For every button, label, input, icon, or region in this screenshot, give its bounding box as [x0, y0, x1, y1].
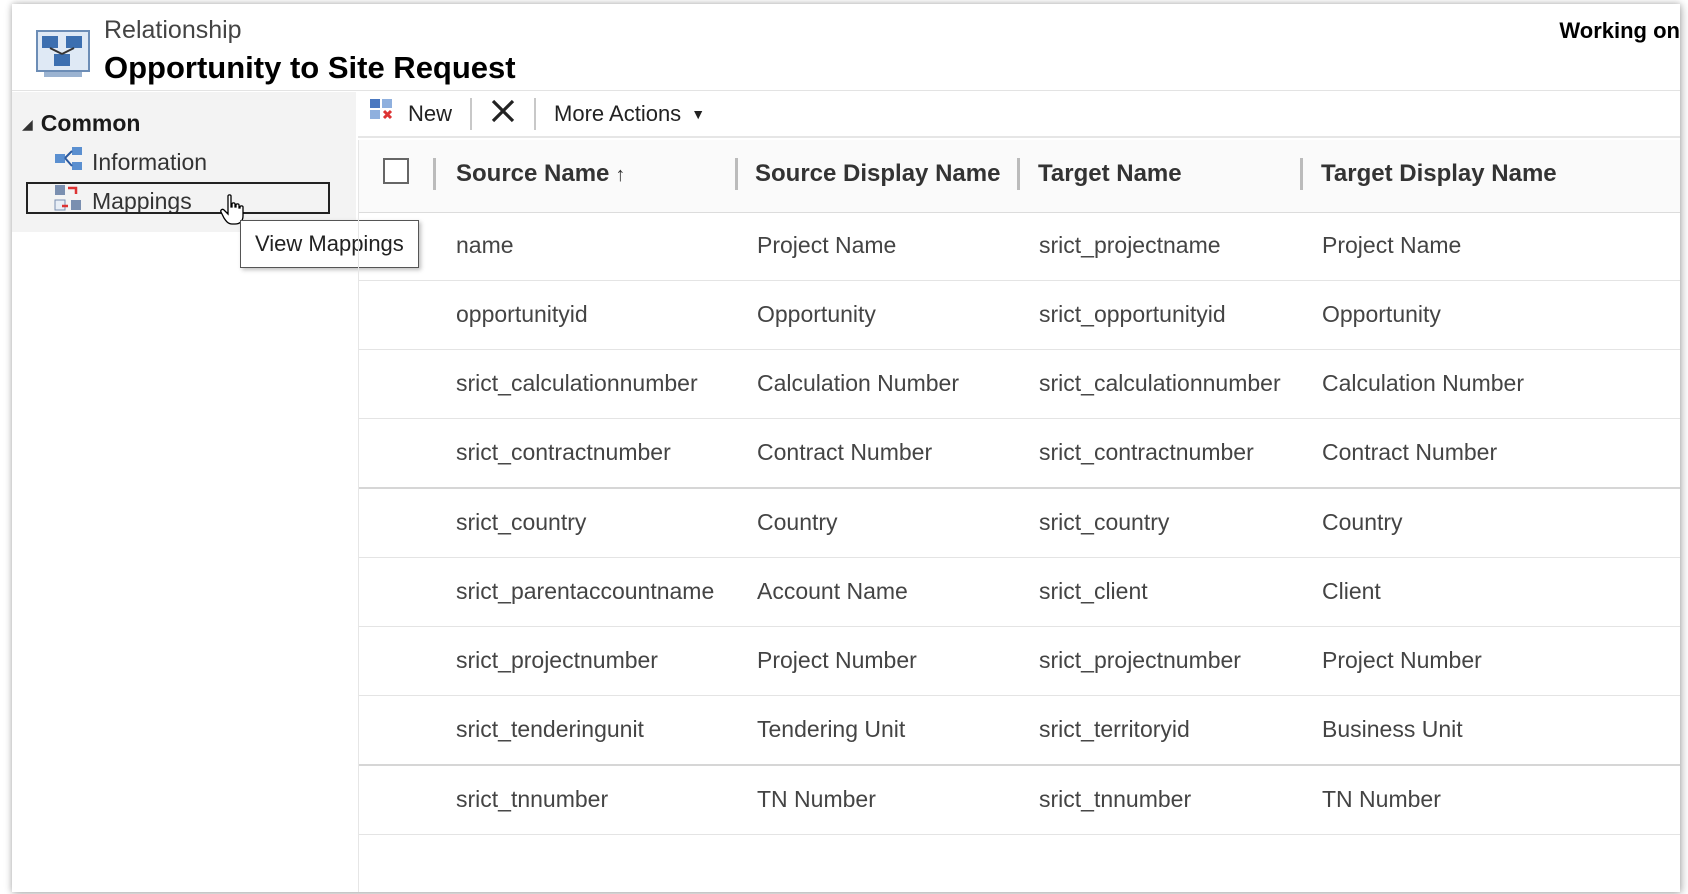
form-header: Relationship Opportunity to Site Request…: [12, 4, 1680, 91]
cell-target-name: srict_projectnumber: [1039, 647, 1241, 673]
cell-source-name: srict_country: [456, 509, 587, 535]
cell-source-name: srict_parentaccountname: [456, 578, 715, 604]
cell-source-display-name: TN Number: [757, 786, 876, 812]
cell-target-name: srict_territoryid: [1039, 716, 1190, 742]
cell-source-name: srict_tenderingunit: [456, 716, 644, 742]
new-button[interactable]: New: [358, 96, 462, 132]
toolbar-divider: [470, 98, 473, 130]
cell-target-display-name: Client: [1322, 578, 1381, 604]
table-row[interactable]: srict_tenderingunit Tendering Unit srict…: [359, 696, 1680, 766]
command-bar: New More Actions ▼: [358, 92, 1680, 138]
cell-target-display-name: Project Name: [1322, 232, 1462, 258]
cell-target-name: srict_client: [1039, 578, 1148, 604]
cell-source-display-name: Account Name: [757, 578, 908, 604]
cell-target-name: srict_calculationnumber: [1039, 370, 1281, 396]
mappings-grid: Source Name ↑ Source Display Name Target …: [358, 140, 1680, 892]
information-icon: [54, 146, 92, 178]
table-row[interactable]: srict_tnnumber TN Number srict_tnnumber …: [359, 766, 1680, 835]
cell-source-display-name: Project Number: [757, 647, 917, 673]
table-row[interactable]: srict_parentaccountname Account Name sri…: [359, 558, 1680, 627]
column-divider: [433, 158, 436, 190]
column-divider: [1300, 158, 1303, 190]
cell-source-display-name: Project Name: [757, 232, 897, 258]
sidebar: ◢ Common Information Mappings: [12, 92, 356, 232]
table-row[interactable]: srict_country Country srict_country Coun…: [359, 489, 1680, 558]
sidebar-item-label: Information: [92, 148, 208, 175]
cell-target-name: srict_opportunityid: [1039, 301, 1226, 327]
status-text: Working on: [1559, 18, 1680, 43]
more-actions-button[interactable]: More Actions ▼: [544, 96, 715, 132]
cell-source-name: srict_tnnumber: [456, 786, 609, 812]
cell-target-name: srict_projectname: [1039, 232, 1221, 258]
cell-target-display-name: Opportunity: [1322, 301, 1441, 327]
cell-source-display-name: Opportunity: [757, 301, 876, 327]
cell-target-name: srict_tnnumber: [1039, 786, 1192, 812]
cell-target-display-name: Calculation Number: [1322, 370, 1524, 396]
collapse-triangle-icon: ◢: [22, 116, 33, 132]
table-row[interactable]: srict_calculationnumber Calculation Numb…: [359, 350, 1680, 419]
select-all-checkbox[interactable]: [383, 158, 409, 184]
new-button-label: New: [408, 101, 453, 126]
page-title: Opportunity to Site Request: [104, 50, 516, 85]
column-divider: [1017, 158, 1020, 190]
column-header-source-display-name[interactable]: Source Display Name: [755, 160, 1000, 188]
more-actions-label: More Actions: [554, 101, 682, 126]
relationship-entity-icon: [36, 30, 90, 78]
delete-button[interactable]: [480, 96, 526, 132]
table-row[interactable]: srict_projectnumber Project Number srict…: [359, 627, 1680, 696]
column-header-source-name[interactable]: Source Name ↑: [456, 160, 625, 188]
table-row[interactable]: opportunityid Opportunity srict_opportun…: [359, 281, 1680, 350]
cell-target-display-name: Business Unit: [1322, 716, 1463, 742]
relationship-window: Relationship Opportunity to Site Request…: [12, 4, 1680, 892]
column-header-target-name[interactable]: Target Name: [1038, 160, 1182, 188]
cell-target-name: srict_contractnumber: [1039, 439, 1254, 465]
grid-header: Source Name ↑ Source Display Name Target …: [359, 140, 1680, 213]
table-row[interactable]: srict_contractnumber Contract Number sri…: [359, 419, 1680, 489]
cell-source-name: srict_projectnumber: [456, 647, 658, 673]
chevron-down-icon: ▼: [691, 106, 706, 122]
grid-rows: name Project Name srict_projectname Proj…: [359, 212, 1680, 835]
new-record-icon: [368, 97, 408, 131]
sort-ascending-icon: ↑: [615, 164, 626, 186]
cell-target-display-name: Contract Number: [1322, 439, 1498, 465]
close-icon: [490, 98, 516, 130]
focus-outline: [26, 182, 330, 214]
toolbar-divider: [534, 98, 537, 130]
cell-source-display-name: Calculation Number: [757, 370, 959, 396]
sidebar-item-information[interactable]: Information: [54, 146, 207, 178]
cell-source-display-name: Tendering Unit: [757, 716, 906, 742]
cell-target-display-name: Country: [1322, 509, 1403, 535]
column-divider: [735, 158, 738, 190]
table-row[interactable]: name Project Name srict_projectname Proj…: [359, 212, 1680, 281]
cell-target-display-name: Project Number: [1322, 647, 1482, 673]
cell-target-name: srict_country: [1039, 509, 1170, 535]
cell-target-display-name: TN Number: [1322, 786, 1441, 812]
cell-source-name: name: [456, 232, 514, 258]
cell-source-display-name: Country: [757, 509, 838, 535]
nav-group-common[interactable]: ◢ Common: [22, 110, 140, 137]
cell-source-display-name: Contract Number: [757, 439, 933, 465]
column-header-target-display-name[interactable]: Target Display Name: [1321, 160, 1557, 188]
cell-source-name: opportunityid: [456, 301, 588, 327]
cell-source-name: srict_contractnumber: [456, 439, 671, 465]
cell-source-name: srict_calculationnumber: [456, 370, 698, 396]
nav-group-label: Common: [40, 110, 141, 136]
breadcrumb: Relationship: [104, 16, 242, 44]
